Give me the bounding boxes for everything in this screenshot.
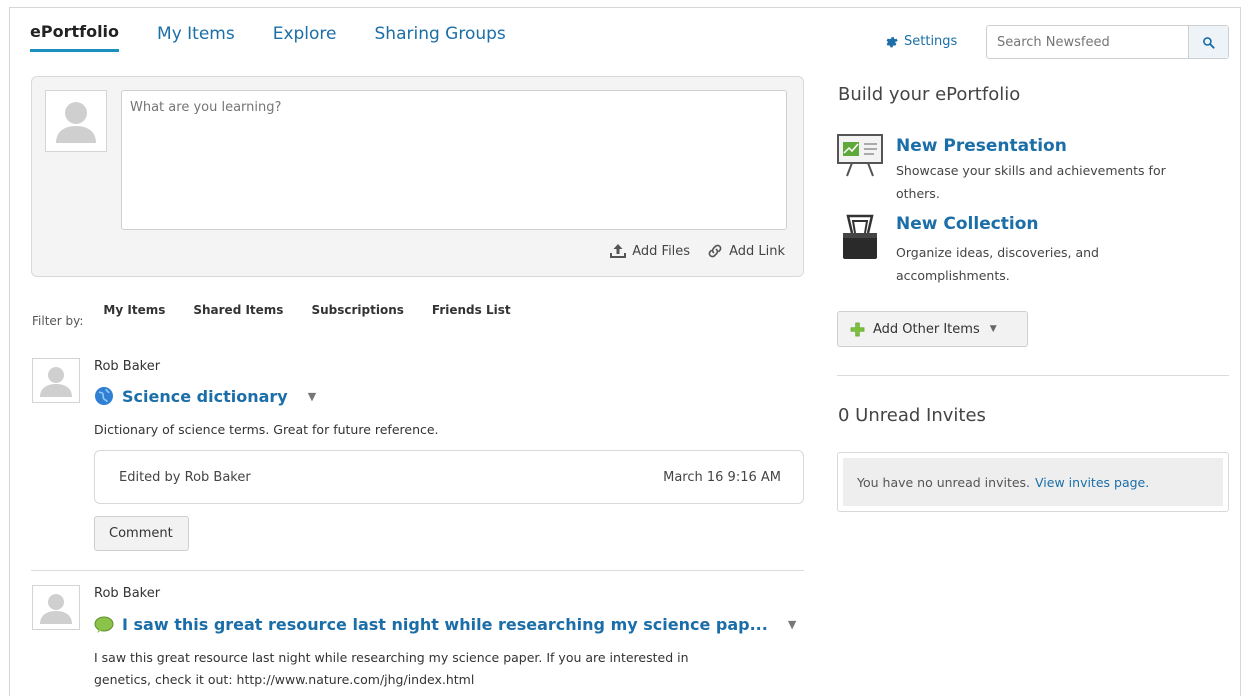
default-user-icon bbox=[40, 594, 72, 624]
main-tabs: ePortfolio My Items Explore Sharing Grou… bbox=[30, 22, 544, 52]
chevron-down-icon: ▼ bbox=[989, 324, 997, 334]
gear-icon bbox=[886, 36, 898, 47]
feed-author[interactable]: Rob Baker bbox=[94, 586, 160, 601]
edited-timestamp: March 16 9:16 AM bbox=[663, 470, 781, 485]
new-collection-desc: Organize ideas, discoveries, and accompl… bbox=[896, 245, 1099, 283]
tab-my-items[interactable]: My Items bbox=[157, 24, 235, 52]
invites-panel: You have no unread invites. View invites… bbox=[837, 452, 1229, 512]
invites-text: You have no unread invites. bbox=[857, 474, 1031, 490]
avatar bbox=[32, 585, 80, 630]
speech-bubble-icon bbox=[94, 616, 114, 633]
edited-by: Edited by Rob Baker bbox=[119, 470, 251, 485]
new-presentation-desc: Showcase your skills and achievements fo… bbox=[896, 163, 1166, 201]
default-user-icon bbox=[40, 367, 72, 397]
feed-description-line: genetics, check it out: http://www.natur… bbox=[94, 672, 475, 687]
feed-description: Dictionary of science terms. Great for f… bbox=[94, 422, 439, 437]
add-files-button[interactable]: Add Files bbox=[609, 242, 690, 260]
filter-shared-items[interactable]: Shared Items bbox=[193, 303, 283, 317]
feed-item-title[interactable]: I saw this great resource last night whi… bbox=[94, 615, 796, 634]
feed-description: I saw this great resource last night whi… bbox=[94, 647, 689, 691]
add-other-items-button[interactable]: Add Other Items ▼ bbox=[837, 311, 1028, 347]
filter-my-items[interactable]: My Items bbox=[103, 303, 165, 317]
tab-sharing-groups[interactable]: Sharing Groups bbox=[375, 24, 506, 52]
tab-explore[interactable]: Explore bbox=[273, 24, 337, 52]
search-input[interactable] bbox=[987, 26, 1188, 58]
build-eportfolio-heading: Build your ePortfolio bbox=[838, 84, 1021, 105]
new-presentation-link[interactable]: New Presentation bbox=[896, 136, 1067, 156]
globe-icon bbox=[95, 387, 113, 405]
tab-eportfolio[interactable]: ePortfolio bbox=[30, 22, 120, 52]
upload-icon bbox=[610, 244, 627, 258]
feed-description-line: I saw this great resource last night whi… bbox=[94, 650, 689, 665]
search-newsfeed bbox=[986, 25, 1229, 59]
feed-divider bbox=[31, 570, 804, 571]
add-other-items-label: Add Other Items bbox=[873, 321, 980, 337]
comment-button[interactable]: Comment bbox=[94, 516, 189, 551]
search-icon bbox=[1203, 36, 1215, 49]
plus-icon bbox=[850, 322, 865, 336]
presentation-icon bbox=[836, 132, 884, 182]
link-icon bbox=[708, 244, 722, 258]
settings-label: Settings bbox=[904, 34, 958, 49]
composer-actions: Add Files Add Link bbox=[609, 242, 785, 260]
post-composer: Add Files Add Link bbox=[31, 76, 804, 277]
chevron-down-icon[interactable]: ▼ bbox=[308, 390, 316, 403]
feed-item-title[interactable]: Science dictionary ▼ bbox=[94, 386, 316, 406]
feed-title-text: Science dictionary bbox=[122, 386, 288, 406]
feed-author[interactable]: Rob Baker bbox=[94, 359, 160, 374]
avatar bbox=[32, 358, 80, 403]
new-collection-link[interactable]: New Collection bbox=[896, 214, 1039, 234]
filter-label: Filter by: bbox=[32, 314, 84, 328]
post-textarea[interactable] bbox=[121, 90, 787, 230]
feed-filter: Filter by: My Items Shared Items Subscri… bbox=[32, 303, 539, 328]
add-link-label: Add Link bbox=[729, 243, 785, 259]
default-user-icon bbox=[56, 102, 96, 143]
filter-subscriptions[interactable]: Subscriptions bbox=[311, 303, 403, 317]
add-files-label: Add Files bbox=[632, 243, 691, 259]
edit-info-box: Edited by Rob Baker March 16 9:16 AM bbox=[94, 450, 804, 504]
avatar bbox=[45, 90, 107, 152]
unread-invites-heading: 0 Unread Invites bbox=[838, 405, 986, 426]
binder-clip-icon bbox=[840, 213, 880, 265]
add-link-button[interactable]: Add Link bbox=[706, 242, 785, 260]
filter-friends-list[interactable]: Friends List bbox=[432, 303, 511, 317]
invites-message: You have no unread invites. View invites… bbox=[843, 458, 1223, 506]
search-button[interactable] bbox=[1188, 26, 1228, 58]
sidebar-divider bbox=[837, 375, 1229, 376]
settings-link[interactable]: Settings bbox=[884, 34, 957, 49]
chevron-down-icon[interactable]: ▼ bbox=[788, 618, 796, 631]
view-invites-link[interactable]: View invites page. bbox=[1035, 475, 1149, 490]
feed-title-text: I saw this great resource last night whi… bbox=[122, 615, 768, 634]
